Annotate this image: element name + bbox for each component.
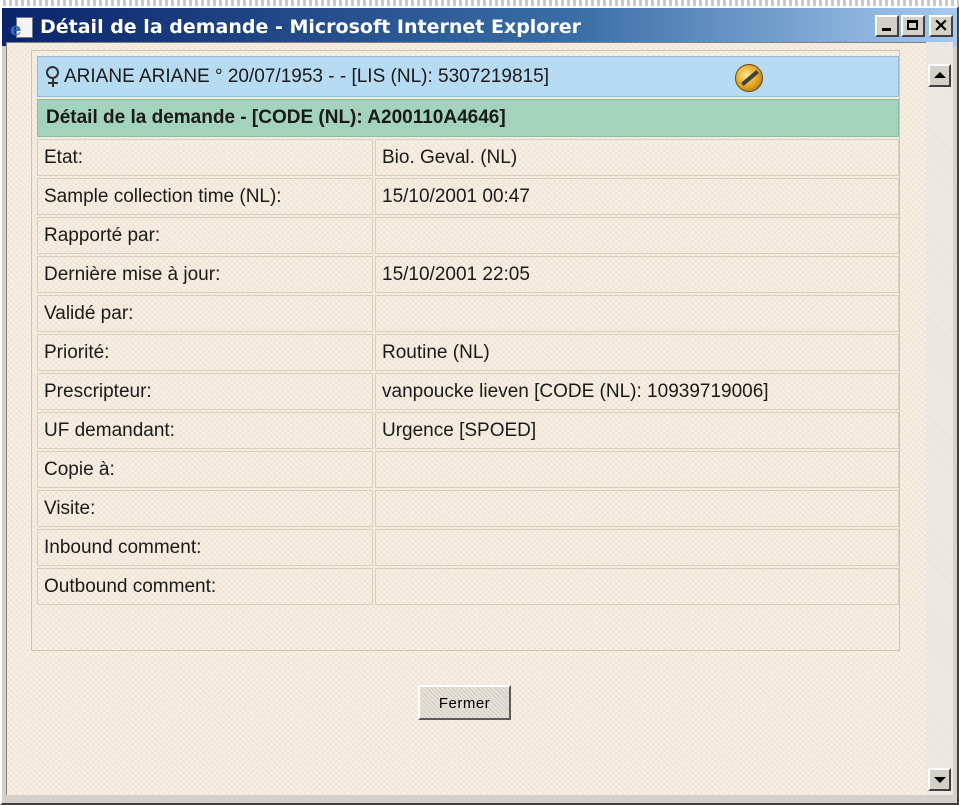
row-value: Bio. Geval. (NL) (375, 139, 899, 176)
edit-patient-icon[interactable] (735, 64, 763, 92)
maximize-icon (907, 20, 918, 30)
row-value (375, 217, 899, 254)
row-label: Rapporté par: (37, 217, 373, 254)
detail-row-inbound-comment: Inbound comment: (37, 529, 899, 568)
section-title: Détail de la demande - [CODE (NL): A2001… (37, 99, 899, 137)
detail-row-copie-a: Copie à: (37, 451, 899, 490)
row-label: Prescripteur: (37, 373, 373, 410)
row-value (375, 451, 899, 488)
arrow-down-icon (934, 777, 946, 783)
row-label: UF demandant: (37, 412, 373, 449)
row-label: Copie à: (37, 451, 373, 488)
row-value (375, 490, 899, 527)
detail-row-rapporte-par: Rapporté par: (37, 217, 899, 256)
title-bar[interactable]: e Détail de la demande - Microsoft Inter… (2, 8, 957, 46)
arrow-up-icon (934, 72, 946, 78)
close-button[interactable]: Fermer (418, 685, 511, 720)
patient-banner: ARIANE ARIANE ° 20/07/1953 - - [LIS (NL)… (37, 56, 899, 97)
row-value: Routine (NL) (375, 334, 899, 371)
detail-row-sample-collection-time: Sample collection time (NL): 15/10/2001 … (37, 178, 899, 217)
row-value (375, 568, 899, 605)
row-value (375, 529, 899, 566)
row-value: Urgence [SPOED] (375, 412, 899, 449)
detail-row-etat: Etat: Bio. Geval. (NL) (37, 139, 899, 178)
row-value: vanpoucke lieven [CODE (NL): 10939719006… (375, 373, 899, 410)
row-label: Validé par: (37, 295, 373, 332)
close-window-button[interactable]: × (929, 14, 953, 37)
detail-row-prescripteur: Prescripteur: vanpoucke lieven [CODE (NL… (37, 373, 899, 412)
female-icon (46, 65, 60, 88)
window-controls: × (875, 14, 953, 37)
detail-row-derniere-mise-a-jour: Dernière mise à jour: 15/10/2001 22:05 (37, 256, 899, 295)
row-label: Sample collection time (NL): (37, 178, 373, 215)
row-label: Priorité: (37, 334, 373, 371)
row-label: Etat: (37, 139, 373, 176)
minimize-icon (882, 28, 891, 31)
patient-info: ARIANE ARIANE ° 20/07/1953 - - [LIS (NL)… (64, 65, 549, 87)
minimize-button[interactable] (875, 15, 899, 37)
detail-row-valide-par: Validé par: (37, 295, 899, 334)
scroll-up-button[interactable] (928, 64, 951, 87)
internet-explorer-icon: e (10, 15, 34, 39)
scroll-down-button[interactable] (928, 768, 951, 791)
detail-row-priorite: Priorité: Routine (NL) (37, 334, 899, 373)
detail-row-visite: Visite: (37, 490, 899, 529)
close-icon: × (933, 14, 949, 36)
row-value (375, 295, 899, 332)
window-title: Détail de la demande - Microsoft Interne… (40, 16, 581, 38)
row-value: 15/10/2001 22:05 (375, 256, 899, 293)
row-value: 15/10/2001 00:47 (375, 178, 899, 215)
row-label: Outbound comment: (37, 568, 373, 605)
maximize-button[interactable] (901, 15, 925, 37)
detail-row-uf-demandant: UF demandant: Urgence [SPOED] (37, 412, 899, 451)
vertical-scrollbar[interactable] (926, 42, 953, 795)
row-label: Inbound comment: (37, 529, 373, 566)
row-label: Visite: (37, 490, 373, 527)
row-label: Dernière mise à jour: (37, 256, 373, 293)
detail-row-outbound-comment: Outbound comment: (37, 568, 899, 607)
